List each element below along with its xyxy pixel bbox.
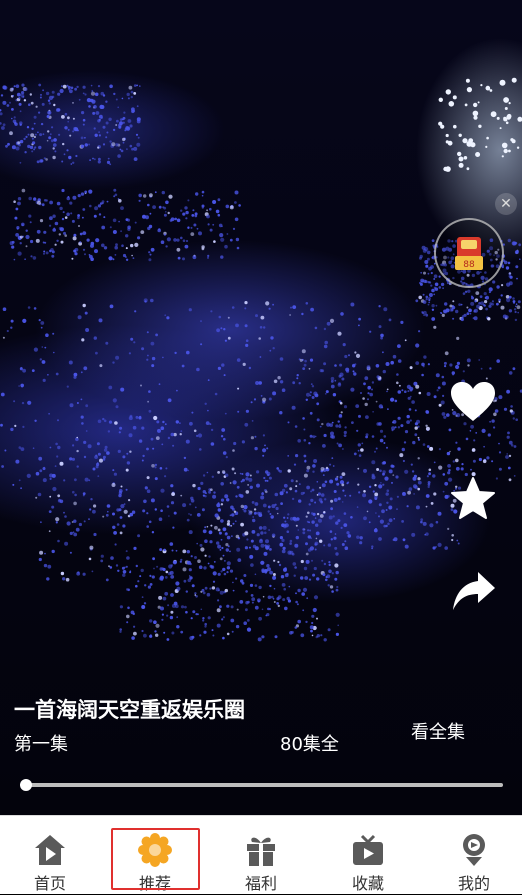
tab-label: 收藏 xyxy=(351,874,384,893)
episode-label: 第一集 xyxy=(14,734,68,755)
tab-favorites[interactable]: 收藏 xyxy=(320,816,416,895)
close-redpacket-button[interactable]: ✕ xyxy=(495,193,517,215)
redpacket-button[interactable]: 88 xyxy=(434,218,504,288)
heart-icon xyxy=(451,382,495,421)
home-icon xyxy=(32,832,68,868)
recommend-tab-highlight xyxy=(111,828,200,890)
tab-label: 福利 xyxy=(244,874,277,893)
progress-handle[interactable] xyxy=(20,779,32,791)
video-player[interactable]: ✕ 88 一首海阔天空重返娱乐圈 第一集 80集全 看全集 xyxy=(0,0,522,815)
total-episodes-label: 80集全 xyxy=(280,734,339,755)
bottom-tab-bar: 首页 推荐 福利 收藏 我的 xyxy=(0,815,522,894)
progress-bar[interactable] xyxy=(25,783,503,787)
video-title: 一首海阔天空重返娱乐圈 xyxy=(14,698,245,722)
tab-home[interactable]: 首页 xyxy=(2,816,98,895)
star-icon xyxy=(451,477,495,519)
redpacket-icon: 88 xyxy=(455,237,483,270)
person-icon xyxy=(456,832,492,868)
tab-label: 首页 xyxy=(33,874,66,893)
tab-mine[interactable]: 我的 xyxy=(426,816,522,895)
favorite-button[interactable] xyxy=(449,474,497,522)
view-all-episodes-link[interactable]: 看全集 xyxy=(411,718,465,744)
redpacket-badge: 88 xyxy=(463,260,475,270)
tab-welfare[interactable]: 福利 xyxy=(213,816,309,895)
tab-label: 我的 xyxy=(457,874,490,893)
gift-icon xyxy=(243,832,279,868)
share-button[interactable] xyxy=(449,567,497,615)
like-button[interactable] xyxy=(449,378,497,426)
tv-icon xyxy=(350,832,386,868)
concert-crowd-image xyxy=(0,77,522,642)
share-icon xyxy=(453,572,495,610)
